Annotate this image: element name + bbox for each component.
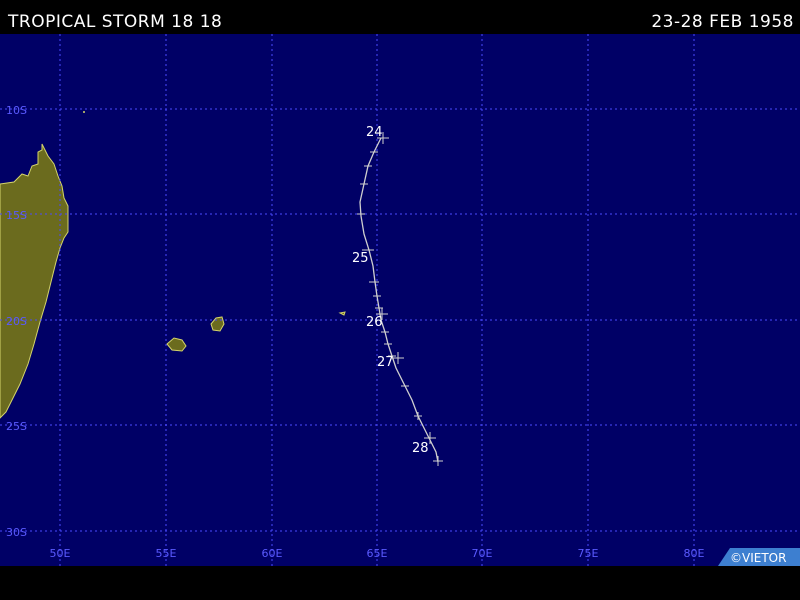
- day-label: 27: [377, 355, 394, 370]
- day-label: 24: [366, 125, 383, 140]
- lon-label: 75E: [578, 547, 599, 560]
- lat-label: 25S: [6, 420, 27, 433]
- lat-label: 15S: [6, 209, 27, 222]
- islet: [83, 111, 85, 113]
- ocean: [0, 34, 800, 566]
- lon-label: 50E: [50, 547, 71, 560]
- map-panel[interactable]: 10S 15S 20S 25S 30S 50E 55E 60E 65E 70E …: [0, 34, 800, 566]
- footer-bar: [0, 566, 800, 600]
- storm-track-map[interactable]: 10S 15S 20S 25S 30S 50E 55E 60E 65E 70E …: [0, 34, 800, 566]
- lat-label: 30S: [6, 526, 27, 539]
- day-label: 28: [412, 441, 429, 456]
- day-label: 26: [366, 315, 383, 330]
- day-label: 25: [352, 251, 369, 266]
- lat-label: 20S: [6, 315, 27, 328]
- lon-label: 55E: [156, 547, 177, 560]
- lon-label: 70E: [472, 547, 493, 560]
- storm-title: TROPICAL STORM 18 18: [8, 12, 223, 32]
- storm-dates: 23-28 FEB 1958: [651, 12, 794, 32]
- lat-label: 10S: [6, 104, 27, 117]
- lon-label: 65E: [367, 547, 388, 560]
- header: TROPICAL STORM 18 18 23-28 FEB 1958: [0, 0, 800, 34]
- lon-label: 60E: [262, 547, 283, 560]
- credit-text: ©VIETOR: [730, 551, 786, 565]
- lon-label: 80E: [684, 547, 705, 560]
